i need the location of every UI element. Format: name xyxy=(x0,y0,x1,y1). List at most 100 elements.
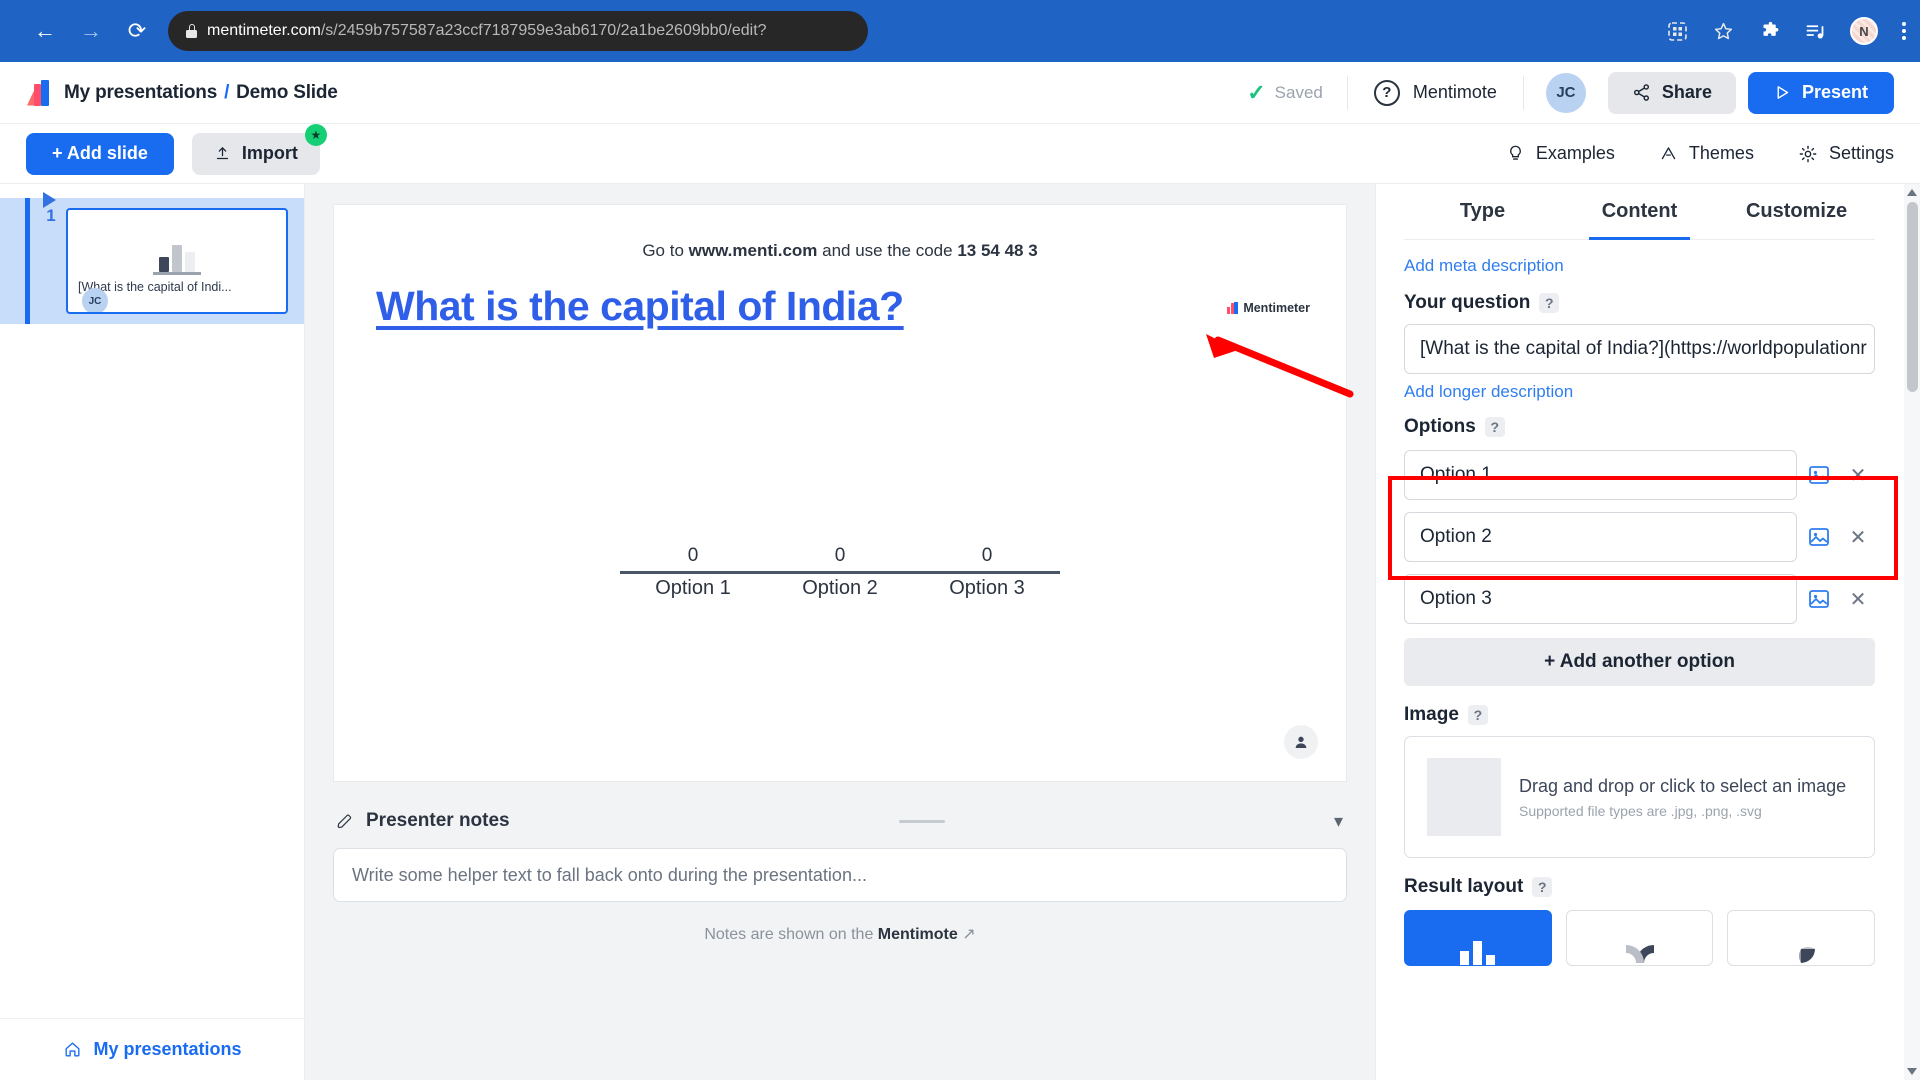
mentimote-button[interactable]: ? Mentimote xyxy=(1348,80,1523,106)
tab-customize[interactable]: Customize xyxy=(1718,184,1875,240)
add-another-option-button[interactable]: + Add another option xyxy=(1404,638,1875,686)
option-input-1[interactable]: Option 1 xyxy=(1404,450,1797,500)
option-image-icon-3[interactable] xyxy=(1797,587,1841,611)
notes-drag-handle[interactable] xyxy=(899,820,945,823)
puzzle-piece-icon[interactable] xyxy=(1760,21,1781,42)
goto-prefix: Go to xyxy=(642,241,688,260)
chart-bar-label: Option 1 xyxy=(620,577,766,600)
back-arrow-icon[interactable]: ← xyxy=(30,16,60,46)
result-layout-bars[interactable] xyxy=(1404,910,1552,966)
settings-tabs: Type Content Customize xyxy=(1404,184,1875,240)
slide-list-item[interactable]: 1 [What is the capital of Indi... JC xyxy=(0,198,304,324)
add-slide-button[interactable]: + Add slide xyxy=(26,133,174,175)
themes-button[interactable]: Themes xyxy=(1659,143,1754,164)
presenter-notes-footer: Notes are shown on the Mentimote ↗ xyxy=(333,924,1347,944)
tab-content[interactable]: Content xyxy=(1561,184,1718,240)
address-bar[interactable]: mentimeter.com/s/2459b757587a23ccf718795… xyxy=(168,11,868,51)
presenter-notes-input[interactable]: Write some helper text to fall back onto… xyxy=(333,848,1347,902)
scrollbar-thumb[interactable] xyxy=(1907,202,1918,392)
lightbulb-icon xyxy=(1506,144,1525,163)
themes-label: Themes xyxy=(1689,143,1754,164)
result-layout-label-row: Result layout ? xyxy=(1404,876,1875,898)
slide-preview[interactable]: Go to www.menti.com and use the code 13 … xyxy=(333,204,1347,782)
pie-layout-icon xyxy=(1779,935,1823,965)
add-longer-description-link[interactable]: Add longer description xyxy=(1404,382,1573,402)
slide-thumbnail-title: [What is the capital of Indi... xyxy=(78,280,280,294)
option-remove-icon-1[interactable]: ✕ xyxy=(1841,463,1875,488)
help-icon[interactable]: ? xyxy=(1468,705,1488,725)
scroll-down-arrow-icon[interactable] xyxy=(1907,1068,1917,1075)
notes-footer-link[interactable]: Mentimote xyxy=(878,926,958,943)
options-group: Options ? Option 1 ✕ Option 2 ✕ Option 3 xyxy=(1404,416,1875,686)
question-input[interactable]: [What is the capital of India?](https://… xyxy=(1404,324,1875,374)
slide-number: 1 xyxy=(38,206,64,226)
option-remove-icon-2[interactable]: ✕ xyxy=(1841,525,1875,550)
examples-label: Examples xyxy=(1536,143,1615,164)
result-layout-group: Result layout ? xyxy=(1404,876,1875,966)
thumbnail-axis xyxy=(153,272,201,275)
image-group: Image ? Drag and drop or click to select… xyxy=(1404,704,1875,858)
option-input-2[interactable]: Option 2 xyxy=(1404,512,1797,562)
slide-thumbnail[interactable]: [What is the capital of Indi... JC xyxy=(66,208,288,314)
person-icon[interactable] xyxy=(1284,725,1318,759)
result-layout-donut[interactable] xyxy=(1566,910,1714,966)
option-image-icon-2[interactable] xyxy=(1797,525,1841,549)
options-label-row: Options ? xyxy=(1404,416,1875,438)
breadcrumb-root[interactable]: My presentations xyxy=(64,82,217,104)
option-image-icon-1[interactable] xyxy=(1797,463,1841,487)
home-icon xyxy=(63,1040,82,1059)
breadcrumb-current[interactable]: Demo Slide xyxy=(236,82,337,104)
settings-label: Settings xyxy=(1829,143,1894,164)
slide-question-title[interactable]: What is the capital of India? xyxy=(376,283,904,330)
presenter-notes-title: Presenter notes xyxy=(366,810,510,832)
import-label: Import xyxy=(242,143,298,164)
donut-layout-icon xyxy=(1618,935,1662,965)
kebab-menu-icon[interactable] xyxy=(1902,22,1906,40)
slide-thumbnail-avatar: JC xyxy=(82,288,108,314)
saved-label: Saved xyxy=(1275,83,1323,103)
settings-panel-inner: Type Content Customize Add meta descript… xyxy=(1376,184,1903,1080)
option-row: Option 1 ✕ xyxy=(1404,450,1875,500)
question-field-group: Your question ? [What is the capital of … xyxy=(1404,292,1875,374)
result-layout-pie[interactable] xyxy=(1727,910,1875,966)
share-button[interactable]: Share xyxy=(1608,72,1736,114)
option-remove-icon-3[interactable]: ✕ xyxy=(1841,587,1875,612)
tab-type[interactable]: Type xyxy=(1404,184,1561,240)
help-icon[interactable]: ? xyxy=(1485,417,1505,437)
share-icon xyxy=(1632,83,1651,102)
help-icon[interactable]: ? xyxy=(1539,293,1559,313)
check-icon: ✓ xyxy=(1247,82,1265,104)
import-button[interactable]: Import xyxy=(192,133,320,175)
scroll-up-arrow-icon[interactable] xyxy=(1907,189,1917,196)
dropzone-title: Drag and drop or click to select an imag… xyxy=(1519,776,1846,797)
help-icon[interactable]: ? xyxy=(1532,877,1552,897)
scrollbar-track[interactable] xyxy=(1904,202,1920,1062)
add-meta-description-link[interactable]: Add meta description xyxy=(1404,256,1564,276)
option-input-3[interactable]: Option 3 xyxy=(1404,574,1797,624)
qr-code-icon[interactable] xyxy=(1668,22,1687,41)
share-label: Share xyxy=(1662,82,1712,103)
mentimote-label: Mentimote xyxy=(1413,82,1497,103)
star-icon[interactable] xyxy=(1713,21,1734,42)
bars-layout-icon xyxy=(1460,941,1495,965)
mentimeter-logo-small xyxy=(1227,302,1238,314)
presenter-notes-header[interactable]: Presenter notes ▾ xyxy=(333,804,1347,838)
chevron-down-icon[interactable]: ▾ xyxy=(1334,811,1343,832)
examples-button[interactable]: Examples xyxy=(1506,143,1615,164)
media-list-icon[interactable] xyxy=(1805,21,1826,42)
profile-avatar-icon[interactable]: N xyxy=(1850,17,1878,45)
forward-arrow-icon[interactable]: → xyxy=(76,16,106,46)
avatar[interactable]: JC xyxy=(1546,73,1586,113)
app-header: My presentations / Demo Slide ✓ Saved ? … xyxy=(0,62,1920,124)
slide-selected-accent xyxy=(25,198,30,324)
image-dropzone[interactable]: Drag and drop or click to select an imag… xyxy=(1404,736,1875,858)
browser-nav-buttons: ← → ⟳ xyxy=(30,16,152,46)
present-button[interactable]: Present xyxy=(1748,72,1894,114)
slide-list-panel: 1 [What is the capital of Indi... JC My … xyxy=(0,184,305,1080)
breadcrumb: My presentations / Demo Slide xyxy=(64,82,338,104)
panel-scrollbar[interactable] xyxy=(1904,184,1920,1080)
settings-button[interactable]: Settings xyxy=(1798,143,1894,164)
reload-icon[interactable]: ⟳ xyxy=(122,16,152,46)
my-presentations-link[interactable]: My presentations xyxy=(0,1018,305,1080)
divider xyxy=(1523,76,1524,110)
